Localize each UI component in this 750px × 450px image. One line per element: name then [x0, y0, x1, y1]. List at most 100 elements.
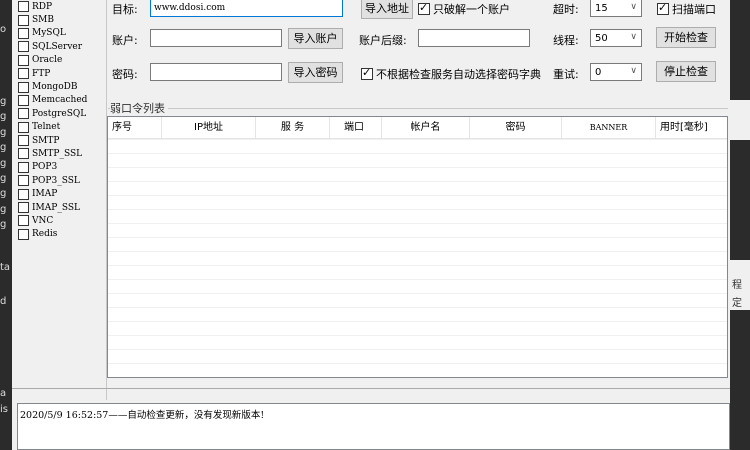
- group-border: [108, 108, 728, 109]
- results-table[interactable]: 序号 IP地址 服 务 端口 帐户名 密码 BANNER 用时[毫秒]: [107, 116, 728, 378]
- column-header[interactable]: 用时[毫秒]: [656, 117, 727, 138]
- column-header[interactable]: 服 务: [256, 117, 330, 138]
- checkbox-icon[interactable]: [18, 41, 29, 53]
- bg-fragment: g: [0, 219, 7, 230]
- checkbox-icon[interactable]: [18, 108, 29, 120]
- protocol-item-vnc[interactable]: VNC: [18, 214, 104, 227]
- protocol-item-telnet[interactable]: Telnet: [18, 121, 104, 134]
- bg-fragment: g: [0, 158, 7, 169]
- timeout-value: 15: [595, 3, 608, 14]
- checkbox-icon[interactable]: [18, 148, 29, 160]
- retry-value: 0: [595, 67, 602, 78]
- splitter[interactable]: [12, 388, 730, 389]
- protocol-item-oracle[interactable]: Oracle: [18, 54, 104, 67]
- bg-fragment: a: [0, 388, 7, 399]
- protocol-item-smb[interactable]: SMB: [18, 13, 104, 26]
- protocol-item-sqlserver[interactable]: SQLServer: [18, 40, 104, 53]
- protocol-label: Memcached: [32, 95, 88, 106]
- checkbox-icon[interactable]: [18, 215, 29, 227]
- protocol-label: SQLServer: [32, 41, 83, 52]
- protocol-label: MySQL: [32, 28, 66, 39]
- checkbox-icon[interactable]: [18, 68, 29, 80]
- column-header[interactable]: 密码: [470, 117, 562, 138]
- bg-fragment: o: [0, 24, 7, 35]
- threads-select[interactable]: 50 ∨: [590, 29, 642, 47]
- retry-label: 重试:: [553, 68, 579, 81]
- checkbox-icon[interactable]: [18, 188, 29, 200]
- bg-fragment: g: [0, 96, 7, 107]
- protocol-item-mysql[interactable]: MySQL: [18, 27, 104, 40]
- checkbox-icon[interactable]: [18, 94, 29, 106]
- protocol-item-smtp[interactable]: SMTP: [18, 134, 104, 147]
- checkbox-icon[interactable]: [18, 175, 29, 187]
- checkbox-icon[interactable]: [18, 81, 29, 93]
- import-address-button[interactable]: 导入地址: [361, 0, 413, 19]
- protocol-item-ftp[interactable]: FTP: [18, 67, 104, 80]
- background-right-panel: 程 定: [730, 0, 750, 450]
- protocol-item-rdp[interactable]: RDP: [18, 0, 104, 13]
- protocol-label: RDP: [32, 1, 53, 12]
- protocol-label: PostgreSQL: [32, 108, 87, 119]
- column-header[interactable]: 端口: [330, 117, 382, 138]
- crack-one-account-checkbox[interactable]: 只破解一个账户: [418, 1, 510, 17]
- target-input[interactable]: www.ddosi.com: [150, 0, 343, 17]
- protocol-item-mongodb[interactable]: MongoDB: [18, 80, 104, 93]
- checkbox-checked-icon[interactable]: [361, 66, 373, 80]
- protocol-item-pop3-ssl[interactable]: POP3_SSL: [18, 174, 104, 187]
- password-input[interactable]: [150, 63, 282, 81]
- threads-value: 50: [595, 33, 608, 44]
- checkbox-icon[interactable]: [18, 135, 29, 147]
- bg-fragment: g: [0, 204, 7, 215]
- column-header[interactable]: IP地址: [162, 117, 256, 138]
- background-left-panel: o g g g g g g g g g ta d a is: [0, 0, 12, 450]
- account-input[interactable]: [150, 29, 282, 47]
- protocol-item-imap-ssl[interactable]: IMAP_SSL: [18, 201, 104, 214]
- protocol-label: IMAP_SSL: [32, 202, 80, 213]
- log-line: 2020/5/9 16:52:57——自动检查更新，没有发现新版本!: [20, 410, 265, 421]
- protocol-item-redis[interactable]: Redis: [18, 228, 104, 241]
- start-check-button[interactable]: 开始检查: [656, 27, 716, 48]
- checkbox-checked-icon[interactable]: [418, 1, 430, 15]
- chevron-down-icon: ∨: [630, 66, 637, 76]
- protocol-list: RDP SMB MySQL SQLServer Oracle FTP MongoDB Memc…: [18, 0, 104, 241]
- bg-fragment: g: [0, 142, 7, 153]
- checkbox-icon[interactable]: [18, 202, 29, 214]
- log-output[interactable]: 2020/5/9 16:52:57——自动检查更新，没有发现新版本!: [17, 403, 730, 450]
- protocol-label: Oracle: [32, 55, 63, 66]
- import-password-button[interactable]: 导入密码: [288, 62, 343, 83]
- timeout-select[interactable]: 15 ∨: [590, 0, 642, 17]
- bg-fragment: 程: [732, 280, 742, 291]
- auto-dict-checkbox[interactable]: 不根据检查服务自动选择密码字典: [361, 66, 541, 82]
- protocol-item-smtp-ssl[interactable]: SMTP_SSL: [18, 147, 104, 160]
- scan-port-checkbox[interactable]: 扫描端口: [657, 1, 716, 17]
- results-group-title: 弱口令列表: [110, 100, 168, 116]
- checkbox-icon[interactable]: [18, 161, 29, 173]
- bg-fragment: g: [0, 111, 7, 122]
- column-header[interactable]: 帐户名: [382, 117, 470, 138]
- protocol-item-postgresql[interactable]: PostgreSQL: [18, 107, 104, 120]
- checkbox-icon[interactable]: [18, 1, 29, 13]
- app-window: RDP SMB MySQL SQLServer Oracle FTP MongoDB Memc…: [12, 0, 730, 450]
- checkbox-checked-icon[interactable]: [657, 1, 669, 15]
- protocol-item-pop3[interactable]: POP3: [18, 161, 104, 174]
- scan-port-label: 扫描端口: [672, 3, 716, 16]
- checkbox-icon[interactable]: [18, 27, 29, 39]
- checkbox-icon[interactable]: [18, 14, 29, 26]
- bg-fragment: g: [0, 173, 7, 184]
- protocol-item-memcached[interactable]: Memcached: [18, 94, 104, 107]
- checkbox-icon[interactable]: [18, 54, 29, 66]
- column-header[interactable]: 序号: [108, 117, 162, 138]
- checkbox-icon[interactable]: [18, 228, 29, 240]
- protocol-label: POP3_SSL: [32, 175, 80, 186]
- column-header[interactable]: BANNER: [562, 117, 656, 138]
- import-account-button[interactable]: 导入账户: [288, 28, 343, 49]
- account-suffix-input[interactable]: [418, 29, 530, 47]
- password-label: 密码:: [112, 68, 138, 81]
- retry-select[interactable]: 0 ∨: [590, 63, 642, 81]
- protocol-label: IMAP: [32, 189, 58, 200]
- checkbox-icon[interactable]: [18, 121, 29, 133]
- stop-check-button[interactable]: 停止检查: [656, 61, 716, 82]
- protocol-label: FTP: [32, 68, 51, 79]
- bg-fragment: g: [0, 188, 7, 199]
- protocol-item-imap[interactable]: IMAP: [18, 187, 104, 200]
